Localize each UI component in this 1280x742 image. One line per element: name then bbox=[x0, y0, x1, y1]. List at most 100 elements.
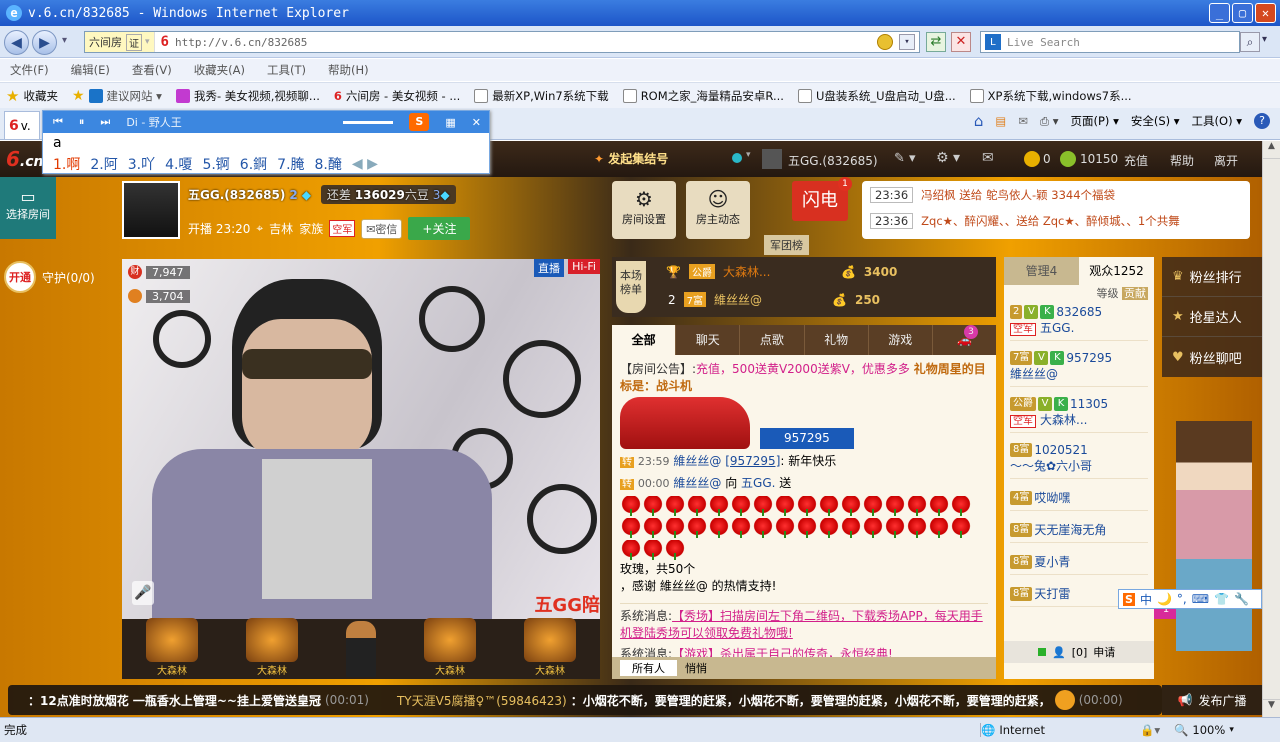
fan-chat-button[interactable]: ♥ 粉丝聊吧 bbox=[1162, 337, 1262, 377]
legion-rank-link[interactable]: 军团榜 bbox=[764, 235, 809, 255]
hifi-tag[interactable]: Hi-Fi bbox=[568, 259, 600, 274]
open-guard-button[interactable]: 开通 bbox=[4, 261, 36, 293]
fav-item-suggested[interactable]: ★ 建议网站 ▾ bbox=[72, 88, 162, 104]
audience-item[interactable]: 8富 夏小青 bbox=[1010, 553, 1148, 575]
menu-tools[interactable]: 工具(T) bbox=[267, 62, 306, 78]
media-next-icon[interactable]: ⏭ bbox=[100, 115, 110, 129]
host-news-button[interactable]: ☺ 房主动态 bbox=[686, 181, 750, 239]
menu-favorites[interactable]: 收藏夹(A) bbox=[194, 62, 245, 78]
status-dropdown-icon[interactable]: ▾ bbox=[746, 150, 751, 160]
search-options-icon[interactable]: ▾ bbox=[1262, 34, 1267, 45]
media-prev-icon[interactable]: ⏮ bbox=[53, 115, 63, 129]
tools-menu[interactable]: 工具(O) ▾ bbox=[1192, 113, 1242, 129]
ime-candidate[interactable]: 7.腌 bbox=[277, 154, 304, 174]
audience-name[interactable]: 1020521 bbox=[1034, 443, 1087, 457]
search-field[interactable]: L Live Search bbox=[980, 31, 1240, 53]
media-pause-icon[interactable]: ⏸ bbox=[79, 115, 85, 129]
help-icon[interactable]: ? bbox=[1254, 113, 1270, 129]
audience-item[interactable]: 公爵 V K 11305 空军 大森林... bbox=[1010, 397, 1148, 433]
edit-icon[interactable]: ✎ ▾ bbox=[894, 151, 916, 166]
sort-by-level[interactable]: 等级 bbox=[1097, 287, 1119, 300]
ranking-tag[interactable]: 本场榜单 bbox=[616, 261, 646, 313]
scroll-down-icon[interactable]: ▼ bbox=[1263, 699, 1280, 717]
ime-candidate[interactable]: 6.錒 bbox=[240, 154, 267, 174]
ime-input[interactable]: a bbox=[43, 133, 489, 153]
ime-tools-icon[interactable]: 🔧 bbox=[1234, 592, 1249, 606]
forward-button[interactable]: ▶ bbox=[32, 30, 57, 55]
tab-gift[interactable]: 礼物 bbox=[803, 325, 868, 355]
feeds-icon[interactable]: ▤ bbox=[995, 114, 1006, 128]
tab-game[interactable]: 游戏 bbox=[867, 325, 932, 355]
seat[interactable]: 大森林 bbox=[524, 618, 576, 677]
cert-icon[interactable]: 证 bbox=[126, 33, 142, 51]
mail-icon[interactable]: ✉ bbox=[1018, 114, 1028, 128]
maximize-button[interactable]: ▢ bbox=[1232, 3, 1253, 23]
search-go-icon[interactable]: ⌕ bbox=[1240, 32, 1260, 52]
mail-icon[interactable]: ✉ bbox=[982, 150, 994, 166]
ime-candidate[interactable]: 4.嗄 bbox=[165, 154, 192, 174]
scroll-up-icon[interactable]: ▲ bbox=[1263, 141, 1280, 159]
audience-name[interactable]: 957295 bbox=[1066, 351, 1112, 365]
menu-edit[interactable]: 编辑(E) bbox=[71, 62, 110, 78]
favorites-button[interactable]: ★ 收藏夹 bbox=[6, 87, 58, 105]
ime-close-icon[interactable]: ✕ bbox=[472, 116, 489, 129]
ime-candidate[interactable]: 3.吖 bbox=[128, 154, 155, 174]
fav-item-xp[interactable]: 最新XP,Win7系统下载 bbox=[474, 88, 609, 104]
video-player[interactable]: 财 7,947 3,704 直播 Hi-Fi 🎤 五GG陪 bbox=[122, 259, 600, 619]
tab-all[interactable]: 全部 bbox=[612, 325, 676, 355]
audience-name[interactable]: 哎呦嘿 bbox=[1034, 489, 1070, 506]
volume-slider[interactable] bbox=[343, 120, 394, 124]
home-icon[interactable]: ⌂ bbox=[974, 112, 984, 130]
ime-page-icon[interactable]: ◀ ▶ bbox=[352, 156, 378, 172]
recharge-link[interactable]: 充值 bbox=[1124, 152, 1148, 169]
tab-viewers[interactable]: 观众1252 bbox=[1079, 257, 1154, 285]
recipient-select[interactable]: 所有人 bbox=[620, 660, 677, 676]
site-tag-dropdown-icon[interactable]: ▾ bbox=[145, 37, 150, 47]
microphone-icon[interactable]: 🎤 bbox=[132, 581, 154, 605]
ranking-row[interactable]: 🏆 公爵 大森林... 💰 3400 bbox=[666, 263, 897, 280]
ime-candidate[interactable]: 8.醃 bbox=[315, 154, 342, 174]
ranking-row[interactable]: 2 7富 維丝丝@ 💰 250 bbox=[668, 291, 880, 308]
ime-candidate[interactable]: 5.锕 bbox=[202, 154, 229, 174]
menu-file[interactable]: 文件(F) bbox=[10, 62, 49, 78]
fan-rank-button[interactable]: ♛ 粉丝排行 bbox=[1162, 257, 1262, 297]
help-link[interactable]: 帮助 bbox=[1170, 152, 1194, 169]
page-menu[interactable]: 页面(P) ▾ bbox=[1071, 113, 1119, 129]
host-avatar[interactable] bbox=[122, 181, 180, 239]
fav-item-woxiu[interactable]: 我秀- 美女视频,视频聊... bbox=[175, 88, 320, 104]
family-badge[interactable]: 空军 bbox=[329, 220, 356, 237]
audience-name[interactable]: 夏小青 bbox=[1034, 553, 1070, 570]
address-field[interactable]: 六间房证 ▾ 6 http://v.6.cn/832685 ▾ bbox=[84, 31, 920, 53]
settings-icon[interactable]: ⚙ ▾ bbox=[936, 150, 960, 166]
compat-icon[interactable] bbox=[877, 34, 893, 50]
menu-view[interactable]: 查看(V) bbox=[132, 62, 172, 78]
fav-item-rom[interactable]: ROM之家_海量精品安卓R... bbox=[622, 88, 784, 104]
ime-keyboard-icon[interactable]: ⌨ bbox=[1192, 592, 1209, 606]
refresh-icon[interactable]: ⇄ bbox=[926, 32, 946, 52]
page-scrollbar[interactable]: ▲ ▼ bbox=[1262, 141, 1280, 717]
ime-candidate[interactable]: 2.阿 bbox=[90, 154, 117, 174]
audience-item[interactable]: 4富 哎呦嘿 bbox=[1010, 489, 1148, 511]
audience-name[interactable]: 832685 bbox=[1056, 305, 1102, 319]
grid-icon[interactable]: ▦ bbox=[445, 116, 455, 129]
seat[interactable]: 大森林 bbox=[246, 618, 298, 677]
user-avatar[interactable] bbox=[762, 149, 782, 169]
room-settings-button[interactable]: ⚙ 房间设置 bbox=[612, 181, 676, 239]
fav-item-udisk[interactable]: U盘装系统_U盘启动_U盘... bbox=[797, 88, 956, 104]
seat[interactable]: 大森林 bbox=[424, 618, 476, 677]
close-button[interactable]: ✕ bbox=[1255, 3, 1276, 23]
select-room-button[interactable]: ▭ 选择房间 bbox=[0, 177, 56, 239]
tab-car[interactable]: 🚗 3 bbox=[931, 325, 996, 355]
back-button[interactable]: ◀ bbox=[4, 30, 29, 55]
sort-by-contribution[interactable]: 贡献 bbox=[1122, 287, 1148, 300]
ime-punct-icon[interactable]: °, bbox=[1177, 592, 1187, 606]
car-owner-id[interactable]: 957295 bbox=[760, 428, 854, 449]
zoom-control[interactable]: 🔍 100% ▾ bbox=[1174, 723, 1234, 737]
menu-help[interactable]: 帮助(H) bbox=[328, 62, 369, 78]
rally-button[interactable]: ✦ 发起集结号 bbox=[594, 150, 668, 167]
fav-item-6cn[interactable]: 6 六间房 - 美女视频 - ... bbox=[334, 88, 460, 104]
publish-broadcast-button[interactable]: 📢 发布广播 bbox=[1162, 685, 1262, 715]
protected-mode-icon[interactable]: 🔒▾ bbox=[1140, 723, 1160, 737]
audience-item[interactable]: 8富 天无崖海无角 bbox=[1010, 521, 1148, 543]
tab-admins[interactable]: 管理4 bbox=[1004, 257, 1079, 285]
